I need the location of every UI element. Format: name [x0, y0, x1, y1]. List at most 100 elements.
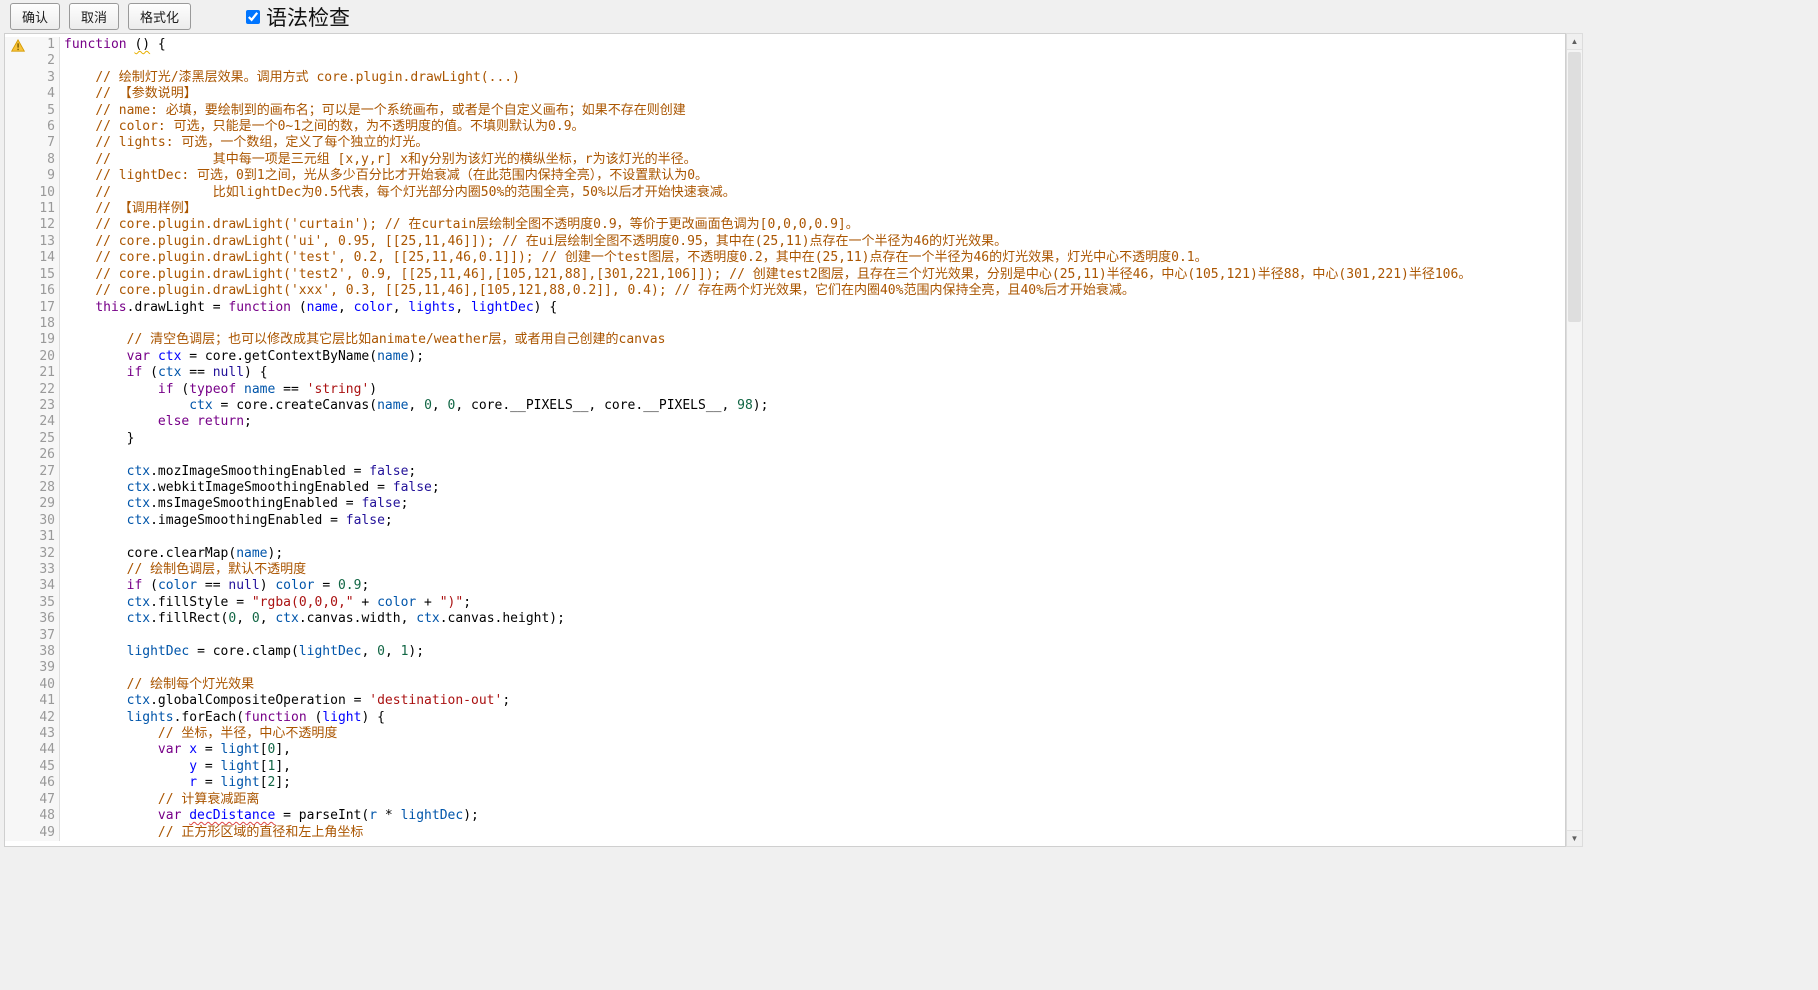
code-line[interactable]: 49 // 正方形区域的直径和左上角坐标 — [5, 825, 1565, 841]
code-line[interactable]: 8 // 其中每一项是三元组 [x,y,r] x和y分别为该灯光的横纵坐标，r为… — [5, 152, 1565, 168]
scrollbar-thumb[interactable] — [1568, 52, 1581, 322]
code-line[interactable]: 26​ — [5, 447, 1565, 463]
code-line[interactable]: 29 ctx.msImageSmoothingEnabled = false; — [5, 496, 1565, 512]
scroll-down-button[interactable]: ▼ — [1567, 830, 1582, 846]
code-line[interactable]: 13 // core.plugin.drawLight('ui', 0.95, … — [5, 234, 1565, 250]
gutter: 10 — [5, 185, 60, 201]
code-line[interactable]: 9 // lightDec: 可选，0到1之间，光从多少百分比才开始衰减（在此范… — [5, 168, 1565, 184]
code-line[interactable]: 37​ — [5, 628, 1565, 644]
lint-marker-slot — [5, 578, 31, 594]
code-line[interactable]: 38 lightDec = core.clamp(lightDec, 0, 1)… — [5, 644, 1565, 660]
line-number: 30 — [31, 513, 59, 529]
line-number: 25 — [31, 431, 59, 447]
gutter: 3 — [5, 70, 60, 86]
code-line[interactable]: 30 ctx.imageSmoothingEnabled = false; — [5, 513, 1565, 529]
gutter: 47 — [5, 792, 60, 808]
line-number: 9 — [31, 168, 59, 184]
code-line[interactable]: 24 else return; — [5, 414, 1565, 430]
confirm-button[interactable]: 确认 — [10, 3, 60, 30]
code-line[interactable]: 43 // 坐标，半径，中心不透明度 — [5, 726, 1565, 742]
code-line[interactable]: 20 var ctx = core.getContextByName(name)… — [5, 349, 1565, 365]
code-line[interactable]: 1function () { — [5, 37, 1565, 53]
code-line[interactable]: 32 core.clearMap(name); — [5, 546, 1565, 562]
gutter: 25 — [5, 431, 60, 447]
lint-marker-slot — [5, 70, 31, 86]
syntax-check-label: 语法检查 — [266, 2, 350, 32]
code-line[interactable]: 6 // color: 可选，只能是一个0~1之间的数，为不透明度的值。不填则默… — [5, 119, 1565, 135]
code-text: if (ctx == null) { — [60, 365, 1565, 381]
code-line[interactable]: 15 // core.plugin.drawLight('test2', 0.9… — [5, 267, 1565, 283]
code-line[interactable]: 35 ctx.fillStyle = "rgba(0,0,0," + color… — [5, 595, 1565, 611]
code-text: ctx.imageSmoothingEnabled = false; — [60, 513, 1565, 529]
lint-marker-slot — [5, 546, 31, 562]
syntax-check-checkbox[interactable] — [246, 10, 260, 24]
code-line[interactable]: 31​ — [5, 529, 1565, 545]
code-line[interactable]: 44 var x = light[0], — [5, 742, 1565, 758]
lint-marker-slot — [5, 529, 31, 545]
code-line[interactable]: 2​ — [5, 53, 1565, 69]
gutter: 9 — [5, 168, 60, 184]
code-line[interactable]: 34 if (color == null) color = 0.9; — [5, 578, 1565, 594]
line-number: 13 — [31, 234, 59, 250]
line-number: 24 — [31, 414, 59, 430]
code-line[interactable]: 12 // core.plugin.drawLight('curtain'); … — [5, 217, 1565, 233]
code-line[interactable]: 21 if (ctx == null) { — [5, 365, 1565, 381]
code-line[interactable]: 18​ — [5, 316, 1565, 332]
code-line[interactable]: 22 if (typeof name == 'string') — [5, 382, 1565, 398]
lint-marker-slot — [5, 431, 31, 447]
code-line[interactable]: 5 // name: 必填，要绘制到的画布名；可以是一个系统画布，或者是个自定义… — [5, 103, 1565, 119]
gutter: 34 — [5, 578, 60, 594]
code-line[interactable]: 27 ctx.mozImageSmoothingEnabled = false; — [5, 464, 1565, 480]
code-line[interactable]: 23 ctx = core.createCanvas(name, 0, 0, c… — [5, 398, 1565, 414]
line-number: 1 — [31, 37, 59, 53]
code-line[interactable]: 25 } — [5, 431, 1565, 447]
code-line[interactable]: 11 // 【调用样例】 — [5, 201, 1565, 217]
code-line[interactable]: 45 y = light[1], — [5, 759, 1565, 775]
gutter: 14 — [5, 250, 60, 266]
code-text: // 绘制色调层，默认不透明度 — [60, 562, 1565, 578]
code-line[interactable]: 46 r = light[2]; — [5, 775, 1565, 791]
gutter: 2 — [5, 53, 60, 69]
code-line[interactable]: 7 // lights: 可选，一个数组，定义了每个独立的灯光。 — [5, 135, 1565, 151]
line-number: 33 — [31, 562, 59, 578]
gutter: 31 — [5, 529, 60, 545]
code-line[interactable]: 42 lights.forEach(function (light) { — [5, 710, 1565, 726]
code-line[interactable]: 10 // 比如lightDec为0.5代表，每个灯光部分内圈50%的范围全亮，… — [5, 185, 1565, 201]
code-line[interactable]: 16 // core.plugin.drawLight('xxx', 0.3, … — [5, 283, 1565, 299]
line-number: 43 — [31, 726, 59, 742]
code-line[interactable]: 39​ — [5, 660, 1565, 676]
code-line[interactable]: 47 // 计算衰减距离 — [5, 792, 1565, 808]
code-text: // 绘制每个灯光效果 — [60, 677, 1565, 693]
code-lines: 1function () {2​3 // 绘制灯光/漆黑层效果。调用方式 cor… — [5, 37, 1565, 841]
cancel-button[interactable]: 取消 — [69, 3, 119, 30]
format-button[interactable]: 格式化 — [128, 3, 191, 30]
lint-warning-marker — [5, 37, 31, 53]
code-text: this.drawLight = function (name, color, … — [60, 300, 1565, 316]
line-number: 49 — [31, 825, 59, 841]
lint-marker-slot — [5, 447, 31, 463]
lint-marker-slot — [5, 742, 31, 758]
code-line[interactable]: 19 // 清空色调层；也可以修改成其它层比如animate/weather层，… — [5, 332, 1565, 348]
gutter: 35 — [5, 595, 60, 611]
lint-marker-slot — [5, 660, 31, 676]
code-line[interactable]: 3 // 绘制灯光/漆黑层效果。调用方式 core.plugin.drawLig… — [5, 70, 1565, 86]
lint-marker-slot — [5, 710, 31, 726]
editor-scrollbar[interactable]: ▲ ▼ — [1566, 33, 1583, 847]
code-line[interactable]: 17 this.drawLight = function (name, colo… — [5, 300, 1565, 316]
syntax-check-toggle[interactable]: 语法检查 — [246, 2, 350, 32]
code-line[interactable]: 48 var decDistance = parseInt(r * lightD… — [5, 808, 1565, 824]
scroll-up-button[interactable]: ▲ — [1567, 34, 1582, 50]
code-line[interactable]: 41 ctx.globalCompositeOperation = 'desti… — [5, 693, 1565, 709]
code-line[interactable]: 4 // 【参数说明】 — [5, 86, 1565, 102]
code-line[interactable]: 36 ctx.fillRect(0, 0, ctx.canvas.width, … — [5, 611, 1565, 627]
gutter: 15 — [5, 267, 60, 283]
code-line[interactable]: 14 // core.plugin.drawLight('test', 0.2,… — [5, 250, 1565, 266]
line-number: 46 — [31, 775, 59, 791]
code-text: ctx.globalCompositeOperation = 'destinat… — [60, 693, 1565, 709]
lint-marker-slot — [5, 759, 31, 775]
code-editor[interactable]: 1function () {2​3 // 绘制灯光/漆黑层效果。调用方式 cor… — [4, 33, 1566, 847]
lint-marker-slot — [5, 86, 31, 102]
code-line[interactable]: 28 ctx.webkitImageSmoothingEnabled = fal… — [5, 480, 1565, 496]
code-line[interactable]: 33 // 绘制色调层，默认不透明度 — [5, 562, 1565, 578]
code-line[interactable]: 40 // 绘制每个灯光效果 — [5, 677, 1565, 693]
